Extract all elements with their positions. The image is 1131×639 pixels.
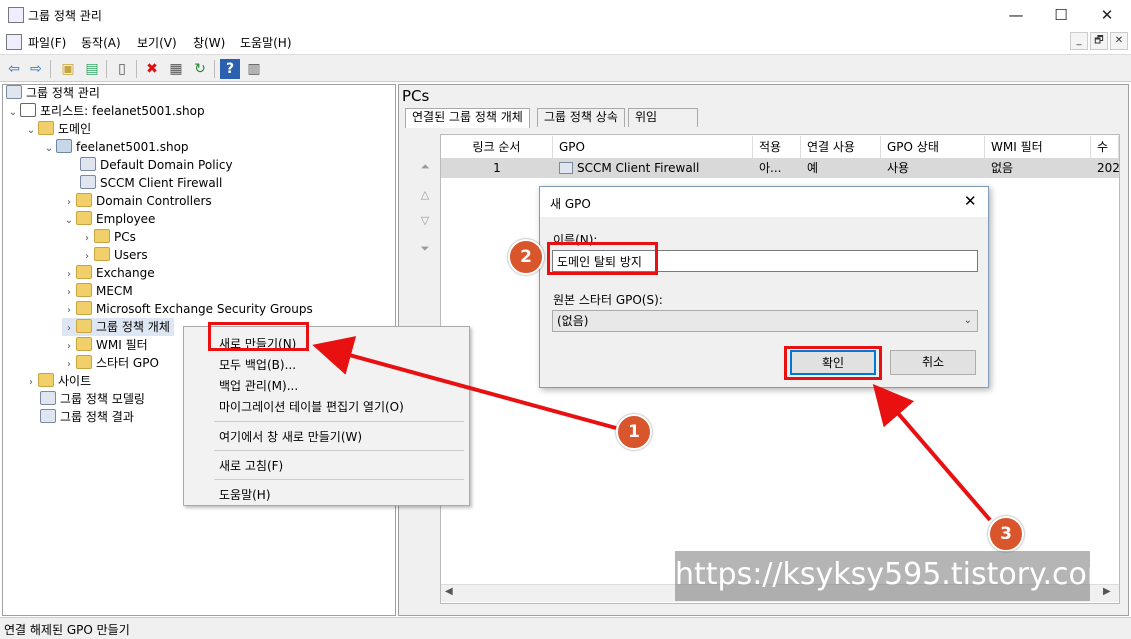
step-badge-2: 2 (508, 239, 544, 275)
highlight-name-input (547, 242, 658, 275)
highlight-new-menu-item (208, 322, 309, 351)
watermark: https://ksyksy595.tistory.com (675, 551, 1116, 601)
step-badge-1: 1 (616, 414, 652, 450)
annotation-arrow-1 (312, 336, 617, 430)
highlight-ok-button (784, 346, 882, 380)
annotation-arrows (312, 336, 992, 522)
annotation-arrow-3 (872, 383, 992, 522)
step-badge-3: 3 (988, 516, 1024, 552)
